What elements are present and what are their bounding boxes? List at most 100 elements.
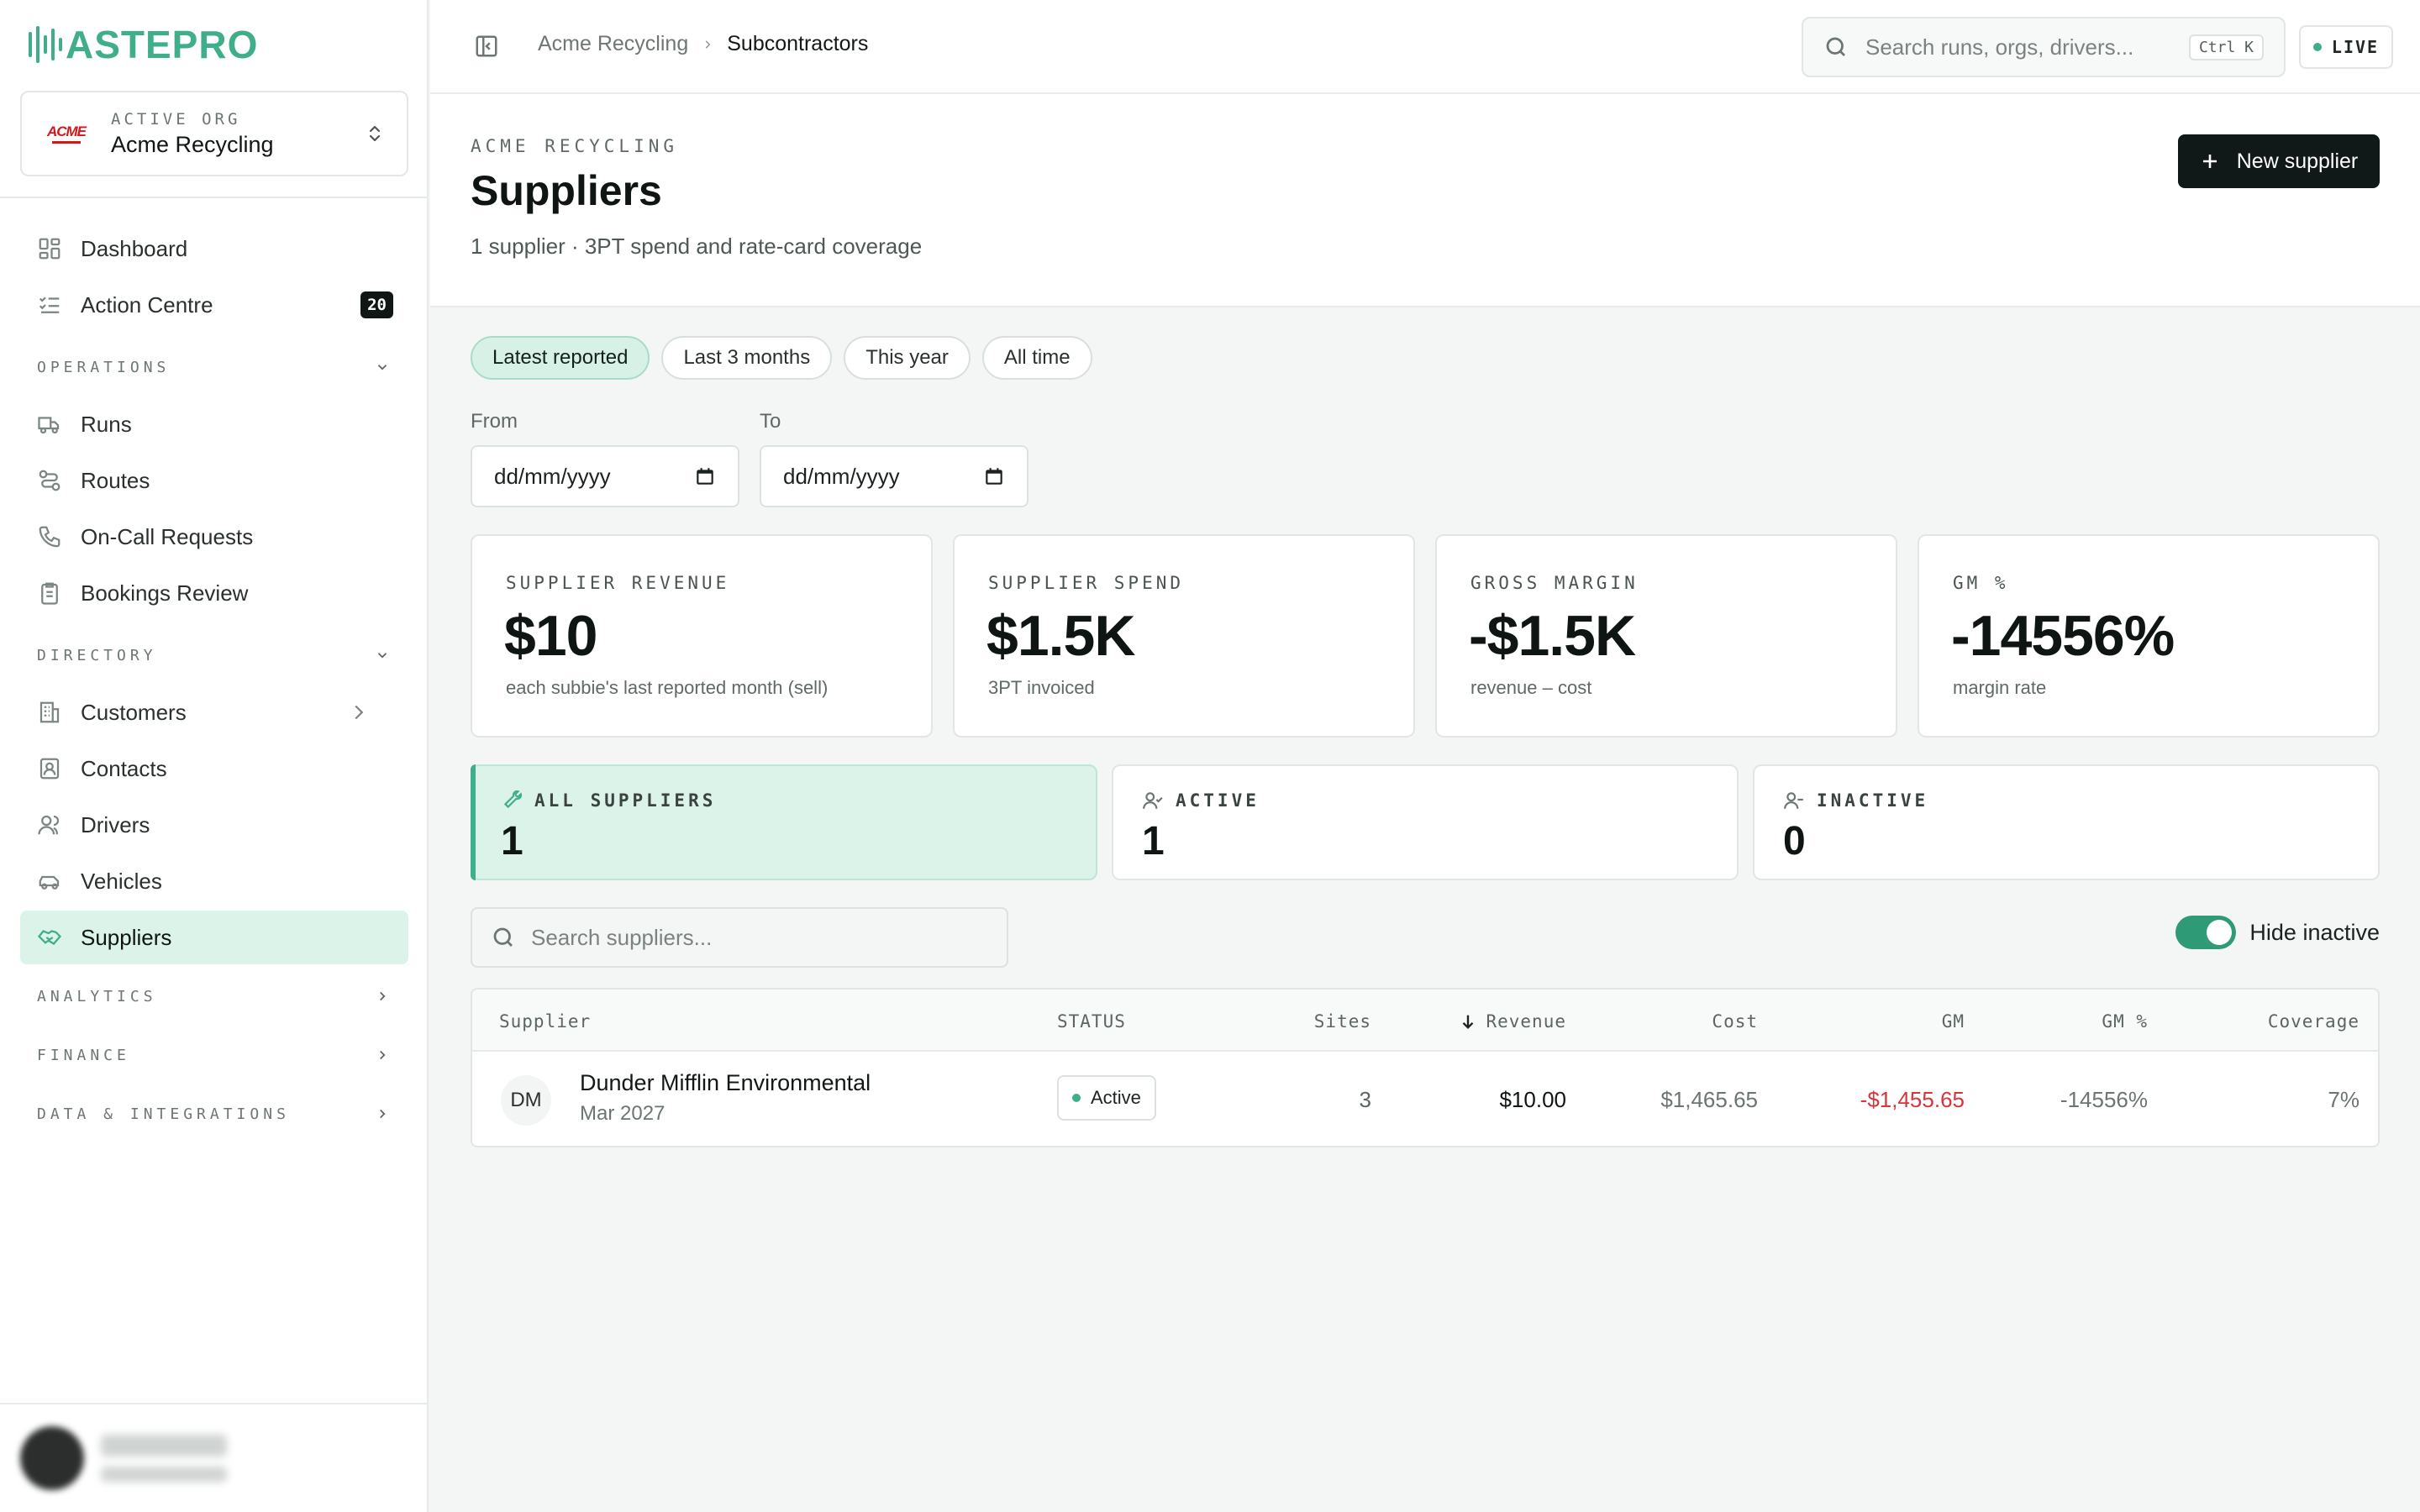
sidebar-item-routes[interactable]: Routes <box>20 454 408 507</box>
col-cost[interactable]: Cost <box>1712 1011 1758 1032</box>
sidebar-item-label: Bookings Review <box>81 580 249 606</box>
sidebar-item-action-centre[interactable]: Action Centre 20 <box>20 278 408 332</box>
supplier-avatar: DM <box>501 1075 551 1126</box>
filter-card-active[interactable]: ACTIVE 1 <box>1112 764 1739 880</box>
avatar <box>20 1426 84 1490</box>
table-header: Supplier STATUS Sites Revenue Cost GM GM… <box>472 990 2378 1052</box>
checklist-icon <box>39 297 60 313</box>
page-eyebrow: ACME RECYCLING <box>471 136 679 156</box>
user-check-icon <box>1143 792 1163 809</box>
chevron-right-icon <box>380 1050 386 1060</box>
new-supplier-button[interactable]: New supplier <box>2178 134 2380 188</box>
sidebar-item-label: Action Centre <box>81 291 213 318</box>
hide-inactive-toggle[interactable] <box>2175 916 2237 949</box>
section-operations[interactable]: OPERATIONS <box>20 344 408 391</box>
breadcrumb: Acme Recycling Subcontractors <box>538 32 868 56</box>
cell-gm-percent: -14556% <box>2060 1087 2148 1112</box>
kpi-gross-margin: GROSS MARGIN -$1.5K revenue – cost <box>1435 534 1897 738</box>
sidebar-item-label: Vehicles <box>81 868 162 894</box>
car-icon <box>39 875 60 890</box>
cell-cost: $1,465.65 <box>1660 1087 1758 1112</box>
table-row[interactable]: DM Dunder Mifflin Environmental Mar 2027… <box>472 1052 2378 1146</box>
kpi-supplier-revenue: SUPPLIER REVENUE $10 each subbie's last … <box>471 534 933 738</box>
global-search-input[interactable]: Search runs, orgs, drivers... Ctrl K <box>1802 17 2286 77</box>
org-name: Acme Recycling <box>111 131 274 157</box>
section-directory[interactable]: DIRECTORY <box>20 632 408 679</box>
building-icon <box>39 701 60 723</box>
route-icon <box>39 470 60 491</box>
sidebar-item-on-call-requests[interactable]: On-Call Requests <box>20 510 408 564</box>
phone-icon <box>39 526 60 548</box>
section-finance[interactable]: FINANCE <box>20 1026 408 1084</box>
sidebar-item-label: Suppliers <box>81 924 172 950</box>
hide-inactive-label: Hide inactive <box>2249 919 2380 945</box>
cell-gm: -$1,455.65 <box>1860 1087 1965 1112</box>
users-icon <box>38 815 60 835</box>
brand-logo[interactable]: ASTEPRO <box>29 18 258 71</box>
sidebar-item-vehicles[interactable]: Vehicles <box>20 854 408 908</box>
shortcut-hint: Ctrl K <box>2188 34 2264 60</box>
range-latest-reported[interactable]: Latest reported <box>471 336 650 380</box>
user-info-redacted <box>101 1435 227 1482</box>
chevron-right-icon <box>380 1109 386 1119</box>
supplier-search-input[interactable]: Search suppliers... <box>471 907 1008 968</box>
sidebar-item-customers[interactable]: Customers <box>20 685 408 739</box>
wrench-icon <box>503 790 523 809</box>
sidebar-item-suppliers[interactable]: Suppliers <box>20 911 408 964</box>
live-dot-icon <box>2312 43 2322 51</box>
brand-name: ASTEPRO <box>66 23 259 66</box>
col-status[interactable]: STATUS <box>1057 1011 1126 1032</box>
clipboard-icon <box>41 582 58 605</box>
sidebar-item-dashboard[interactable]: Dashboard <box>20 222 408 276</box>
search-icon <box>493 927 513 947</box>
to-date-input[interactable]: dd/mm/yyyy <box>760 445 1028 507</box>
chevron-right-icon <box>380 991 386 1001</box>
sidebar-item-label: Customers <box>81 699 187 725</box>
col-sites[interactable]: Sites <box>1314 1011 1371 1032</box>
chevron-up-down-icon <box>369 125 381 142</box>
range-last-3-months[interactable]: Last 3 months <box>661 336 833 380</box>
col-coverage[interactable]: Coverage <box>2268 1011 2360 1032</box>
cell-coverage: 7% <box>2328 1087 2360 1112</box>
sidebar-item-label: Dashboard <box>81 235 188 261</box>
calendar-icon[interactable] <box>694 465 716 487</box>
filter-card-all-suppliers[interactable]: ALL SUPPLIERS 1 <box>471 764 1097 880</box>
calendar-icon[interactable] <box>983 465 1005 487</box>
col-revenue[interactable]: Revenue <box>1459 1011 1566 1032</box>
sidebar-item-bookings-review[interactable]: Bookings Review <box>20 566 408 620</box>
section-analytics[interactable]: ANALYTICS <box>20 967 408 1026</box>
chevron-down-icon <box>377 653 387 659</box>
col-supplier[interactable]: Supplier <box>499 1011 591 1032</box>
plus-icon <box>2202 155 2217 168</box>
user-menu[interactable] <box>0 1403 427 1512</box>
from-label: From <box>471 410 518 433</box>
sidebar-item-label: Runs <box>81 411 132 437</box>
sidebar-nav: Dashboard Action Centre 20 OPERATIONS Ru… <box>20 222 408 1143</box>
sidebar-item-contacts[interactable]: Contacts <box>20 742 408 795</box>
hide-inactive-control: Hide inactive <box>2175 916 2380 949</box>
col-gm[interactable]: GM <box>1942 1011 1965 1032</box>
range-this-year[interactable]: This year <box>844 336 971 380</box>
filter-card-inactive[interactable]: INACTIVE 0 <box>1753 764 2380 880</box>
breadcrumb-org[interactable]: Acme Recycling <box>538 32 688 56</box>
col-gm-percent[interactable]: GM % <box>2102 1011 2148 1032</box>
global-search-placeholder: Search runs, orgs, drivers... <box>1865 34 2134 60</box>
range-all-time[interactable]: All time <box>981 336 1092 380</box>
sidebar-toggle-icon[interactable] <box>474 34 499 59</box>
org-switcher[interactable]: ACME ACTIVE ORG Acme Recycling <box>20 91 408 176</box>
from-date-input[interactable]: dd/mm/yyyy <box>471 445 739 507</box>
breadcrumb-current: Subcontractors <box>727 32 869 55</box>
sidebar-item-label: Contacts <box>81 755 167 781</box>
supplier-name[interactable]: Dunder Mifflin Environmental <box>580 1070 871 1096</box>
sidebar-item-drivers[interactable]: Drivers <box>20 798 408 852</box>
logo-mark-icon <box>29 24 62 66</box>
cell-revenue: $10.00 <box>1499 1087 1566 1112</box>
suppliers-table: Supplier STATUS Sites Revenue Cost GM GM… <box>471 988 2380 1147</box>
chevron-right-icon <box>355 705 364 720</box>
section-data-integrations[interactable]: DATA & INTEGRATIONS <box>20 1084 408 1143</box>
org-label: ACTIVE ORG <box>111 109 241 129</box>
kpi-supplier-spend: SUPPLIER SPEND $1.5K 3PT invoiced <box>953 534 1415 738</box>
search-icon <box>1826 37 1845 56</box>
range-filter: Latest reported Last 3 months This year … <box>471 336 1092 380</box>
sidebar-item-runs[interactable]: Runs <box>20 397 408 451</box>
